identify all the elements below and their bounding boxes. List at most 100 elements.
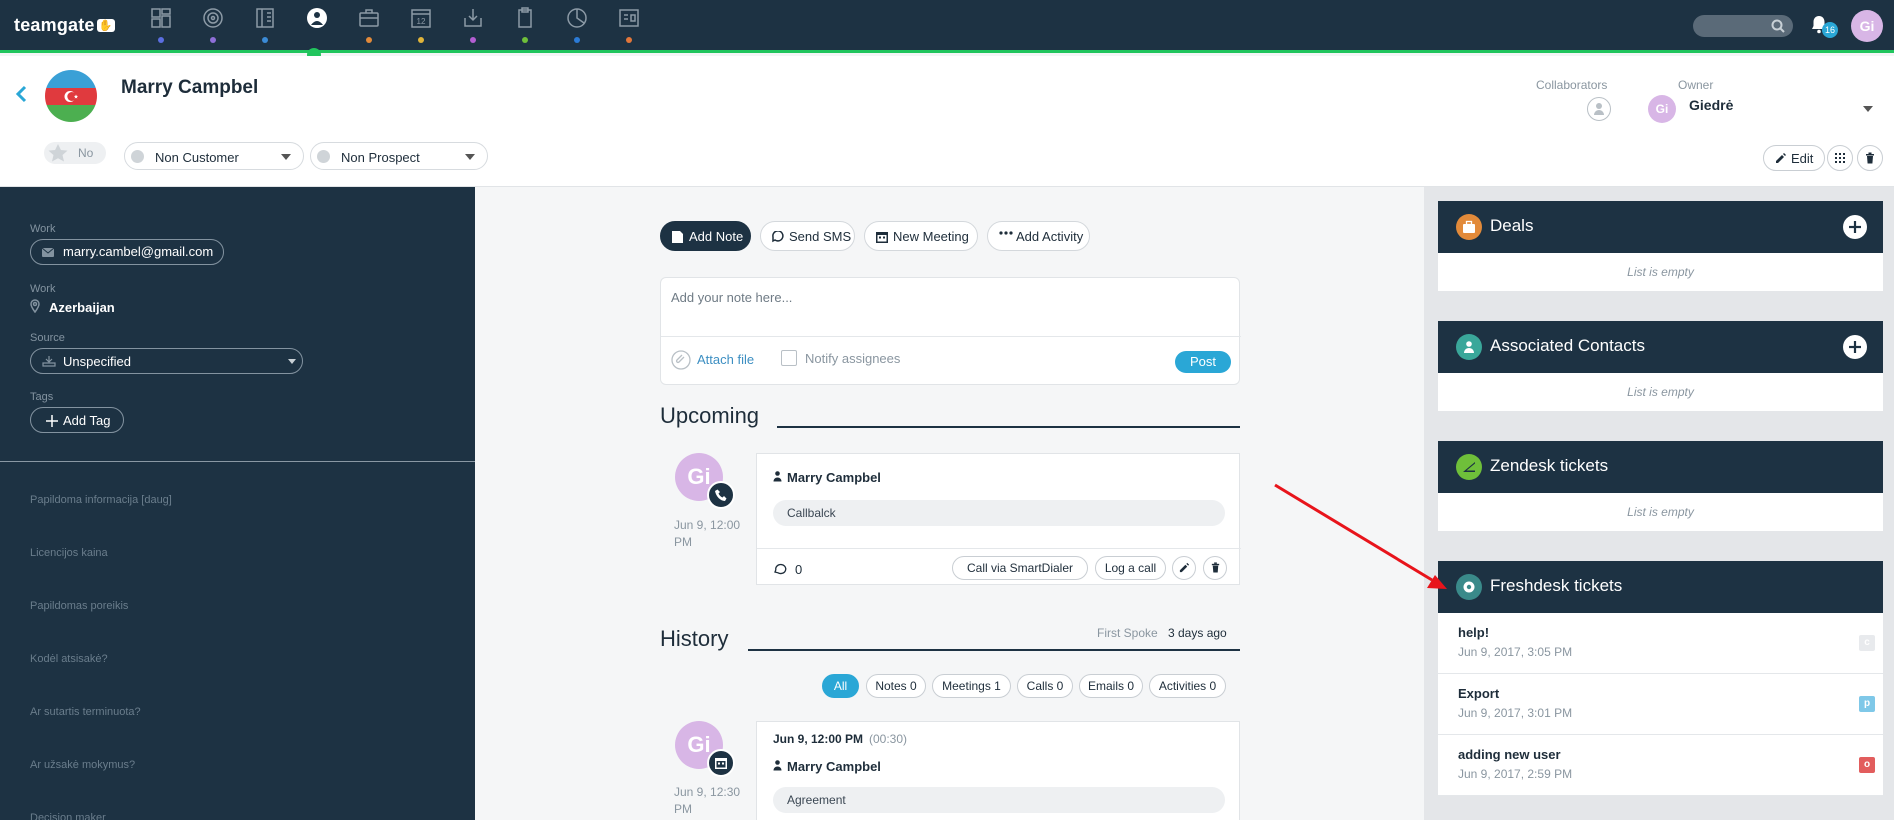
freshdesk-title: Freshdesk tickets <box>1490 576 1623 595</box>
checkbox[interactable] <box>781 350 797 366</box>
new-meeting-button[interactable]: New Meeting <box>864 221 978 251</box>
nav-dot <box>210 37 216 43</box>
ticket-row[interactable]: help! Jun 9, 2017, 3:05 PM c <box>1438 613 1883 674</box>
nav-dashboard[interactable] <box>147 6 175 46</box>
upcoming-contact-name[interactable]: Marry Campbel <box>773 470 881 485</box>
note-composer: Add your note here... Attach file Notify… <box>660 277 1241 385</box>
azerbaijan-flag-icon <box>45 70 97 122</box>
teamgate-logo[interactable]: teamgate ✋ <box>14 15 115 36</box>
nav-deals[interactable] <box>355 6 383 46</box>
prospect-status-select[interactable]: Non Prospect <box>310 142 488 170</box>
clipboard-icon <box>518 7 532 28</box>
send-sms-button[interactable]: Send SMS <box>760 221 855 251</box>
email-field[interactable]: marry.cambel@gmail.com <box>30 239 225 265</box>
ticket-row[interactable]: Export Jun 9, 2017, 3:01 PM p <box>1438 674 1883 735</box>
ticket-status-badge: o <box>1859 757 1875 773</box>
owner-label: Owner <box>1678 78 1714 92</box>
pencil-icon <box>1776 153 1786 163</box>
empty-list-label: List is empty <box>1627 385 1694 399</box>
custom-field-label[interactable]: Ar užsakė mokymus? <box>30 759 135 771</box>
ticket-title: help! <box>1458 625 1490 640</box>
favorite-toggle[interactable]: No <box>44 142 106 164</box>
add-associated-contact-button[interactable] <box>1843 335 1867 359</box>
ticket-row[interactable]: adding new user Jun 9, 2017, 2:59 PM o <box>1438 735 1883 796</box>
paperclip-icon <box>671 350 691 370</box>
briefcase-icon <box>1456 214 1482 240</box>
status-dot <box>317 150 330 163</box>
upcoming-divider <box>777 426 1240 428</box>
customer-status-select[interactable]: Non Customer <box>124 142 304 170</box>
delete-call-button[interactable] <box>1203 556 1227 580</box>
first-spoke-value: 3 days ago <box>1168 626 1227 640</box>
ticket-date: Jun 9, 2017, 3:05 PM <box>1458 645 1573 659</box>
custom-field-label[interactable]: Ar sutartis terminuota? <box>30 706 141 718</box>
chart-pie-icon <box>567 8 587 28</box>
address-field[interactable]: Azerbaijan <box>30 299 115 316</box>
hand-logo-icon: ✋ <box>96 19 115 32</box>
filter-emails[interactable]: Emails 0 <box>1079 674 1143 698</box>
card-divider <box>757 548 1241 549</box>
filter-meetings[interactable]: Meetings 1 <box>932 674 1011 698</box>
deals-widget-header: Deals <box>1438 201 1883 253</box>
custom-field-label[interactable]: Kodėl atsisakė? <box>30 653 108 665</box>
nav-calendar[interactable]: 12 <box>407 6 435 46</box>
nav-companies[interactable] <box>251 6 279 46</box>
search-input[interactable] <box>1693 15 1793 37</box>
sms-icon <box>772 231 784 243</box>
custom-field-label[interactable]: Papildomas poreikis <box>30 600 128 612</box>
nav-insights[interactable] <box>615 6 643 46</box>
attach-file-button[interactable]: Attach file <box>671 350 754 373</box>
filter-notes[interactable]: Notes 0 <box>866 674 926 698</box>
filter-all[interactable]: All <box>822 674 859 698</box>
delete-contact-button[interactable] <box>1857 145 1883 171</box>
source-select[interactable]: Unspecified <box>30 348 303 374</box>
email-type-label: Work <box>30 223 56 235</box>
edit-call-button[interactable] <box>1172 556 1196 580</box>
nav-leads[interactable] <box>199 6 227 46</box>
add-collaborator-button[interactable] <box>1587 97 1611 121</box>
post-button[interactable]: Post <box>1175 351 1231 373</box>
contact-flag-avatar <box>45 70 97 122</box>
top-navigation-bar: teamgate ✋ 12 16 Gi <box>0 0 1894 53</box>
associated-contacts-title: Associated Contacts <box>1490 336 1645 355</box>
ticket-status-badge: c <box>1859 635 1875 651</box>
edit-button[interactable]: Edit <box>1763 145 1825 171</box>
add-deal-button[interactable] <box>1843 215 1867 239</box>
back-chevron-icon[interactable] <box>14 84 28 104</box>
meeting-duration: (00:30) <box>869 732 908 746</box>
add-activity-button[interactable]: Add Activity <box>987 221 1090 251</box>
filter-activities[interactable]: Activities 0 <box>1149 674 1226 698</box>
composer-divider <box>661 336 1241 337</box>
map-pin-icon <box>30 299 40 314</box>
grid-menu-button[interactable] <box>1827 145 1853 171</box>
caret-down-icon <box>465 154 475 160</box>
nav-reports[interactable] <box>563 6 591 46</box>
user-avatar[interactable]: Gi <box>1851 10 1883 42</box>
call-badge <box>707 481 735 509</box>
filter-calls[interactable]: Calls 0 <box>1017 674 1073 698</box>
nav-contacts-active[interactable] <box>303 6 331 46</box>
nav-dot <box>158 37 164 43</box>
comment-icon[interactable] <box>773 562 787 575</box>
custom-field-label[interactable]: Decision maker <box>30 812 106 820</box>
reports-icon <box>619 9 639 27</box>
owner-caret-down-icon[interactable] <box>1863 106 1873 112</box>
log-a-call-button[interactable]: Log a call <box>1095 556 1166 580</box>
history-contact-name[interactable]: Marry Campbel <box>773 759 881 774</box>
add-note-button[interactable]: Add Note <box>660 221 751 251</box>
related-widgets-panel: Deals List is empty Associated Contacts … <box>1424 187 1894 820</box>
nav-tasks[interactable] <box>511 6 539 46</box>
history-heading: History <box>660 626 729 651</box>
comment-count: 0 <box>795 562 803 577</box>
address-value: Azerbaijan <box>49 300 115 315</box>
note-input[interactable]: Add your note here... <box>671 290 792 305</box>
owner-name[interactable]: Giedrė <box>1689 97 1733 113</box>
custom-field-label[interactable]: Licencijos kaina <box>30 547 108 559</box>
add-tag-button[interactable]: Add Tag <box>30 407 124 433</box>
custom-field-label[interactable]: Papildoma informacija [daug] <box>30 494 172 506</box>
nav-dot <box>626 37 632 43</box>
nav-inbox[interactable] <box>459 6 487 46</box>
call-via-smartdialer-button[interactable]: Call via SmartDialer <box>952 556 1088 580</box>
history-divider <box>748 649 1240 651</box>
plus-icon <box>1849 221 1861 233</box>
